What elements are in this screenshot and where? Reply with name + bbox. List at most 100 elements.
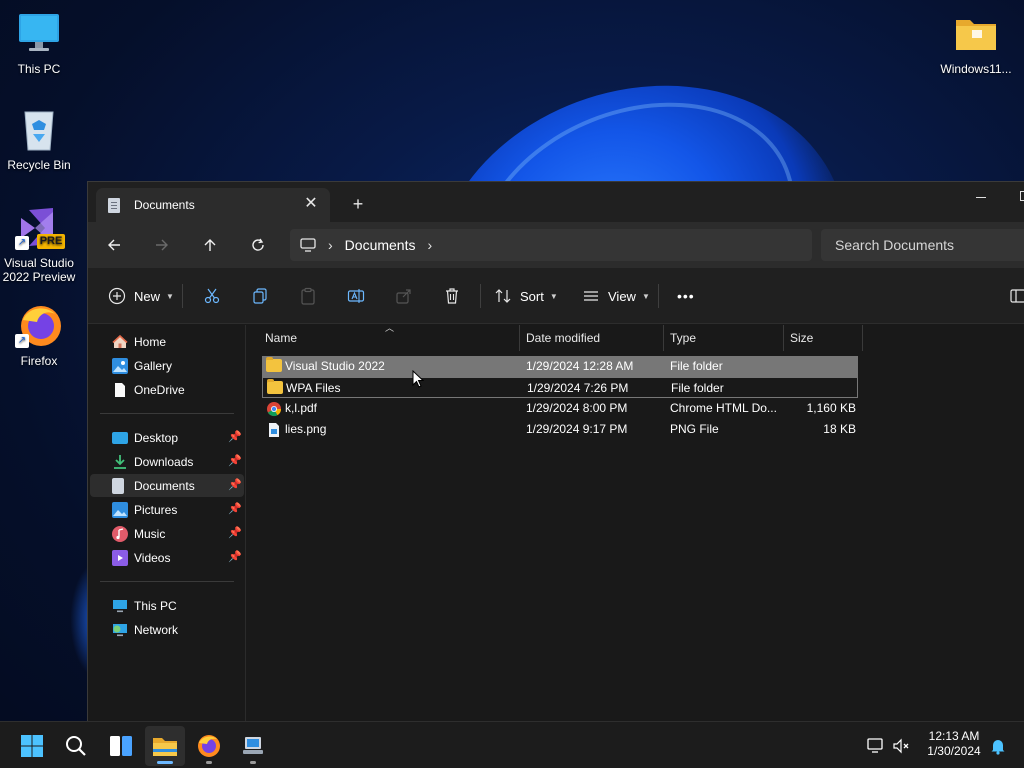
document-icon (108, 197, 120, 213)
search-input[interactable] (835, 237, 1015, 253)
gallery-icon (112, 357, 128, 374)
pin-icon[interactable]: 📌 (228, 550, 242, 564)
volume-muted-icon (893, 738, 909, 754)
network-icon (112, 622, 128, 638)
desktop-icon-windows11-folder[interactable]: Windows11... (936, 10, 1016, 76)
sidebar-item-onedrive[interactable]: OneDrive (90, 378, 244, 401)
file-type: File folder (670, 359, 723, 373)
pictures-icon (112, 501, 128, 518)
music-icon (112, 525, 128, 542)
delete-button[interactable] (443, 284, 461, 308)
breadcrumb-documents[interactable]: Documents (345, 237, 416, 253)
column-header-date[interactable]: Date modified (526, 325, 666, 351)
new-label: New (134, 288, 161, 304)
sidebar-label: Pictures (134, 502, 178, 517)
file-name: WPA Files (286, 381, 341, 395)
rename-button[interactable] (347, 284, 365, 308)
file-row-lies-png[interactable]: lies.png 1/29/2024 9:17 PM PNG File 18 K… (262, 419, 858, 440)
file-date: 1/29/2024 8:00 PM (526, 401, 628, 415)
sidebar-item-downloads[interactable]: Downloads 📌 (90, 450, 244, 473)
volume-button[interactable] (886, 726, 916, 766)
chevron-right-icon[interactable]: › (427, 237, 432, 253)
details-pane-button[interactable] (1010, 284, 1024, 308)
forward-button[interactable] (150, 233, 174, 257)
file-explorer-window: Documents ✕ + › Documents › Search Docum… (87, 181, 1024, 722)
view-lines-icon (584, 291, 598, 301)
maximize-button[interactable] (1020, 191, 1024, 201)
cut-button[interactable] (203, 284, 221, 308)
taskbar-file-explorer[interactable] (145, 726, 185, 766)
desktop-icon-firefox[interactable]: ↗ Firefox (0, 302, 78, 368)
system-clock[interactable]: 12:13 AM 1/30/2024 (914, 729, 994, 759)
column-divider[interactable] (862, 325, 863, 351)
network-monitor-icon (867, 738, 883, 753)
start-button[interactable] (12, 726, 52, 766)
column-divider[interactable] (783, 325, 784, 351)
taskbar-remote-app[interactable] (233, 726, 273, 766)
pin-icon[interactable]: 📌 (228, 526, 242, 540)
minimize-button[interactable] (976, 190, 990, 204)
file-row-visual-studio-2022[interactable]: Visual Studio 2022 1/29/2024 12:28 AM Fi… (262, 356, 858, 377)
sort-label: Sort (520, 288, 544, 304)
share-button[interactable] (395, 284, 413, 308)
paste-button[interactable] (299, 284, 317, 308)
computer-app-icon (243, 737, 263, 754)
column-header-name[interactable]: Name (265, 325, 520, 351)
file-row-wpa-files[interactable]: WPA Files 1/29/2024 7:26 PM File folder (262, 377, 858, 398)
sort-button[interactable]: Sort ▼ (494, 284, 558, 308)
sidebar-item-videos[interactable]: Videos 📌 (90, 546, 244, 569)
taskbar-firefox[interactable] (189, 726, 229, 766)
sidebar-item-music[interactable]: Music 📌 (90, 522, 244, 545)
new-tab-button[interactable]: + (348, 194, 368, 214)
desktop-icon-label: This PC (17, 62, 61, 76)
file-name: k,l.pdf (285, 401, 318, 415)
sidebar-item-network[interactable]: Network (90, 618, 244, 641)
more-options-button[interactable]: ••• (677, 284, 695, 308)
home-icon (112, 334, 128, 350)
copy-button[interactable] (251, 284, 269, 308)
sidebar-item-desktop[interactable]: Desktop 📌 (90, 426, 244, 449)
monitor-icon (300, 238, 316, 252)
tab-title: Documents (134, 198, 195, 212)
breadcrumb[interactable]: › Documents › (290, 229, 812, 261)
file-list: ︿ Name Date modified Type Size Visual St… (247, 323, 1024, 722)
sidebar-item-pictures[interactable]: Pictures 📌 (90, 498, 244, 521)
sidebar-item-home[interactable]: Home (90, 330, 244, 353)
task-view-button[interactable] (101, 726, 141, 766)
pin-icon[interactable]: 📌 (228, 502, 242, 516)
notifications-button[interactable] (984, 726, 1012, 766)
column-header-size[interactable]: Size (790, 325, 864, 351)
sidebar-item-gallery[interactable]: Gallery (90, 354, 244, 377)
desktop-icon-visual-studio[interactable]: PRE ↗ Visual Studio 2022 Preview (0, 204, 78, 284)
search-box[interactable] (821, 229, 1024, 261)
refresh-button[interactable] (246, 233, 270, 257)
desktop-icon-recycle-bin[interactable]: Recycle Bin (0, 106, 78, 172)
pin-icon[interactable]: 📌 (228, 478, 242, 492)
sidebar-label: Music (134, 526, 166, 541)
file-row-kl-pdf[interactable]: k,l.pdf 1/29/2024 8:00 PM Chrome HTML Do… (262, 398, 858, 419)
up-button[interactable] (198, 233, 222, 257)
divider (480, 284, 481, 308)
pin-icon[interactable]: 📌 (228, 454, 242, 468)
new-button[interactable]: New ▼ (108, 284, 174, 308)
sidebar-item-this-pc[interactable]: This PC (90, 594, 244, 617)
search-button[interactable] (56, 726, 96, 766)
view-button[interactable]: View ▼ (582, 284, 650, 308)
sidebar-label: Gallery (134, 358, 173, 373)
desktop-icon-label: Recycle Bin (7, 158, 71, 172)
column-divider[interactable] (519, 325, 520, 351)
arrow-up-icon (204, 239, 216, 251)
column-divider[interactable] (663, 325, 664, 351)
sidebar-label: OneDrive (134, 382, 185, 397)
monitor-icon (15, 10, 63, 58)
pin-icon[interactable]: 📌 (228, 430, 242, 444)
column-header-type[interactable]: Type (670, 325, 782, 351)
file-explorer-icon (153, 738, 177, 756)
close-tab-icon[interactable]: ✕ (302, 195, 320, 213)
desktop-icon-this-pc[interactable]: This PC (0, 10, 78, 76)
tab-documents[interactable]: Documents ✕ (96, 188, 330, 222)
view-label: View (608, 288, 636, 304)
sidebar-item-documents[interactable]: Documents 📌 (90, 474, 244, 497)
copy-icon (253, 288, 267, 304)
back-button[interactable] (102, 233, 126, 257)
